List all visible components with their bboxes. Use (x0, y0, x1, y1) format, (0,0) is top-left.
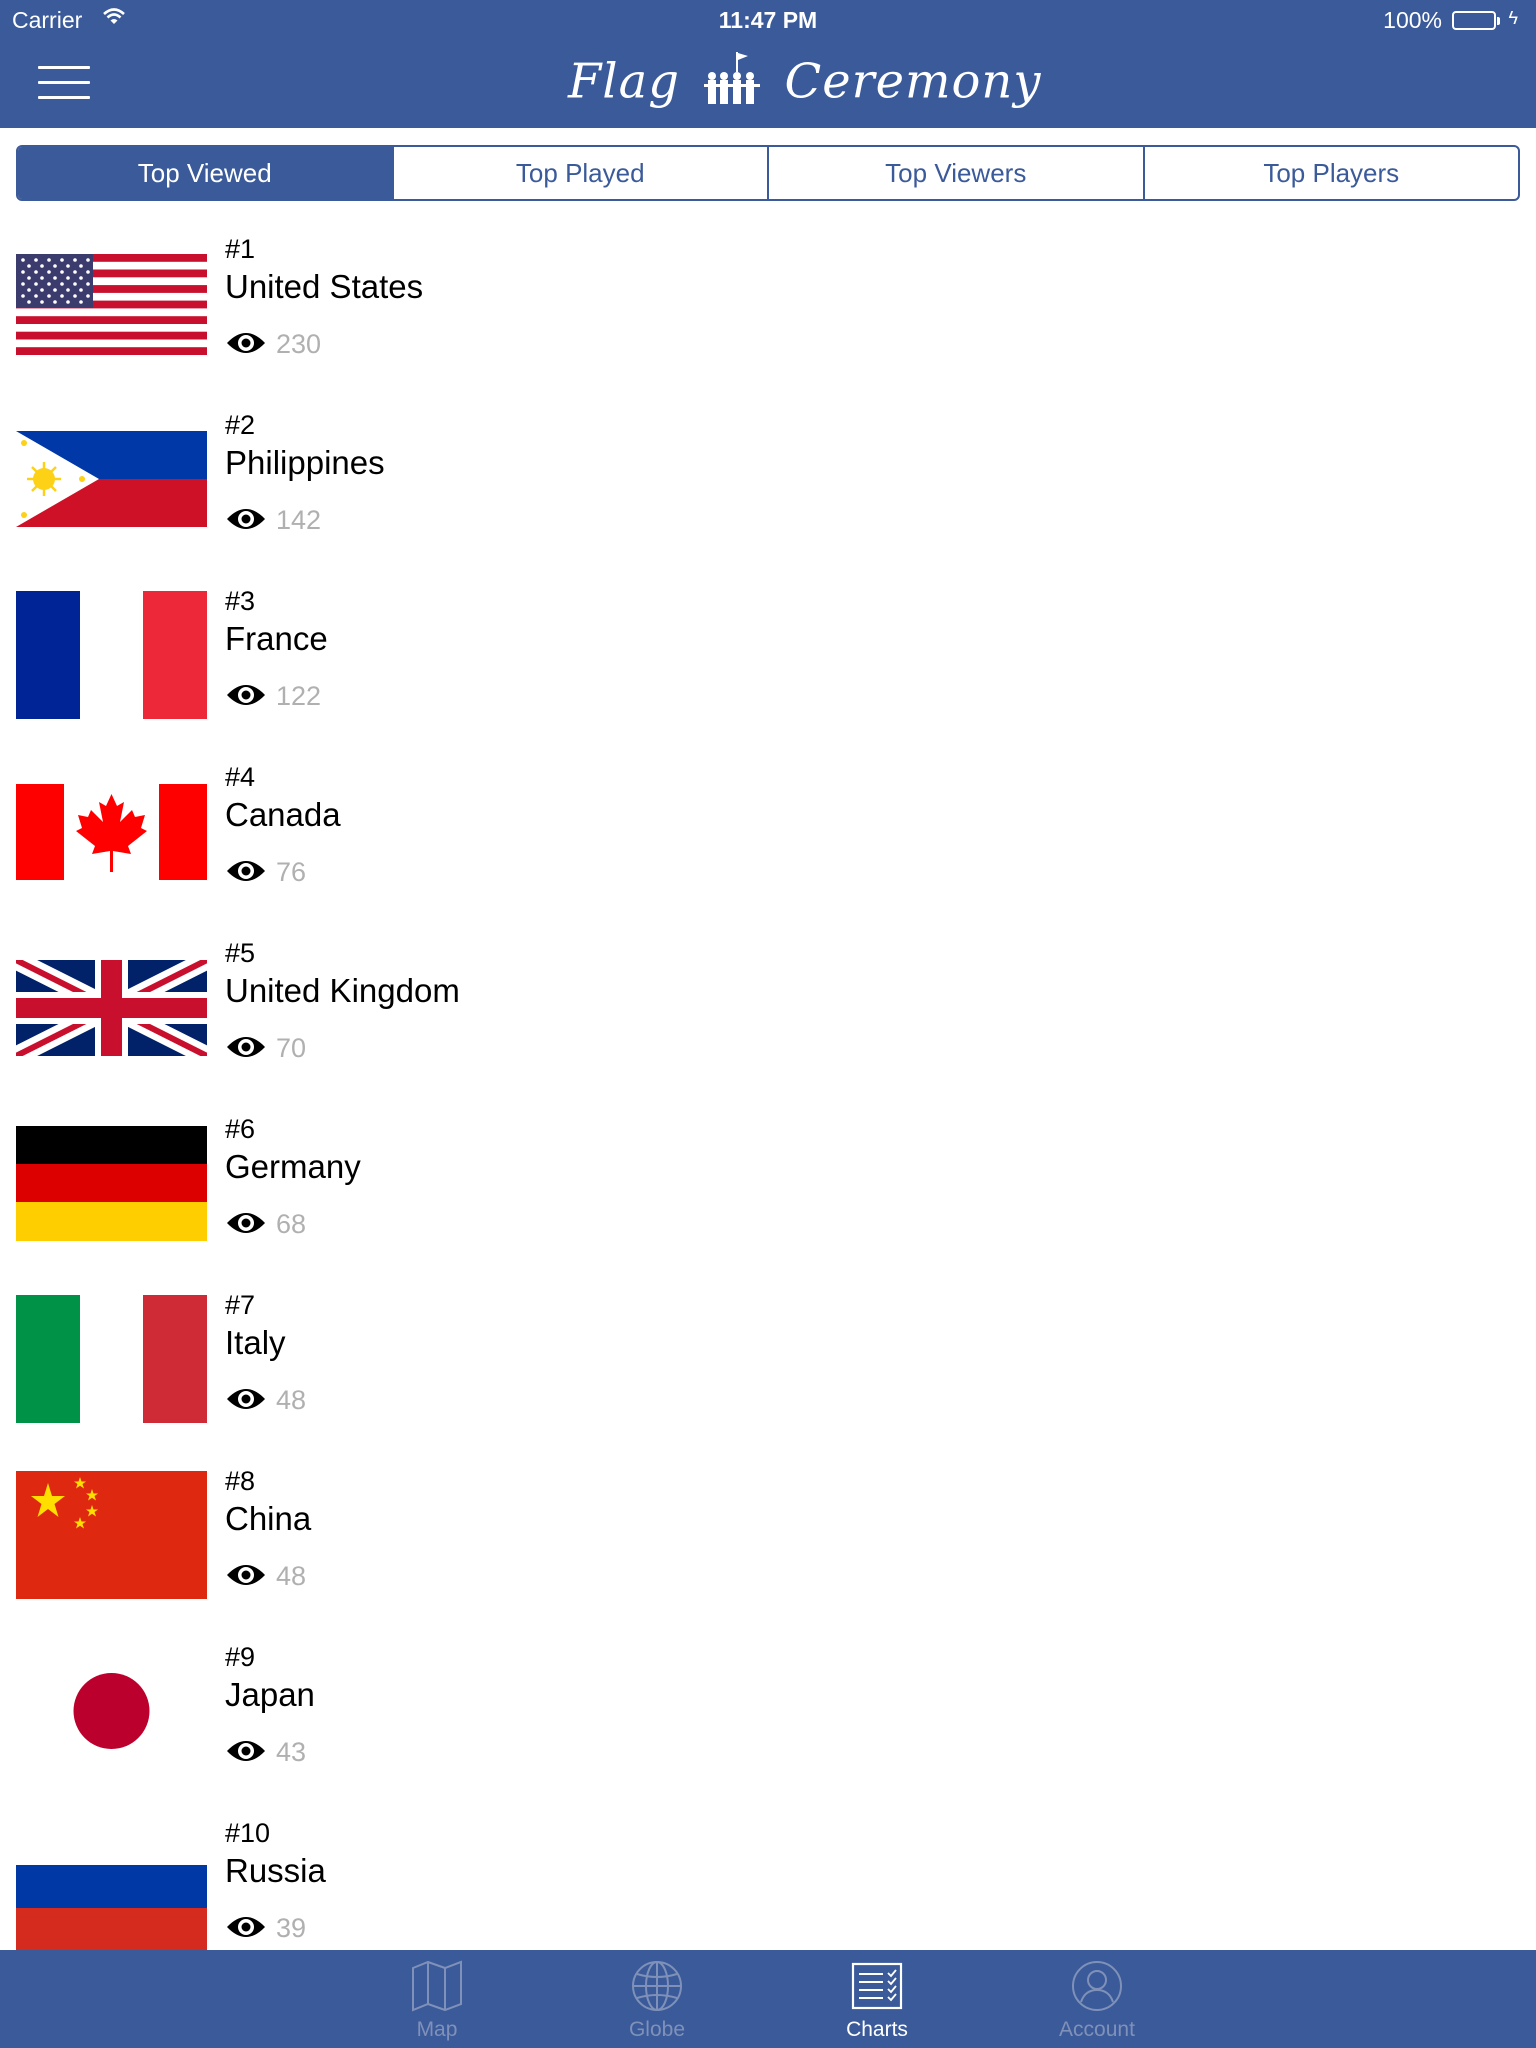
view-count-value: 68 (276, 1209, 307, 1239)
segment-top-played[interactable]: Top Played (394, 147, 769, 199)
list-item[interactable]: #3 France 122 (0, 572, 1536, 748)
list-item[interactable]: #5 United Kingdom 70 (0, 924, 1536, 1100)
country-name: Canada (225, 796, 341, 833)
account-icon (1071, 1960, 1123, 2012)
country-name: Italy (225, 1324, 286, 1361)
tab-bar: Map Globe Charts Account (0, 1950, 1536, 2048)
list-item[interactable]: #8 China 48 (0, 1452, 1536, 1628)
view-count-value: 76 (276, 857, 307, 887)
tab-charts[interactable]: Charts (817, 1950, 937, 2048)
hamburger-menu-button[interactable] (38, 62, 90, 102)
country-name: United States (225, 268, 424, 305)
navigation-bar: Carrier 11:47 PM 100% ϟ Flag Ceremony (0, 0, 1536, 128)
segment-top-viewers[interactable]: Top Viewers (769, 147, 1145, 199)
country-name: Germany (225, 1148, 361, 1185)
eye-icon (225, 1737, 267, 1770)
view-count-value: 70 (276, 1033, 307, 1063)
charts-icon (851, 1960, 903, 2012)
list-item[interactable]: #2 Philippines 142 (0, 396, 1536, 572)
list-item[interactable]: #1 United States 230 (0, 220, 1536, 396)
country-name: United Kingdom (225, 972, 460, 1009)
tab-globe[interactable]: Globe (597, 1950, 717, 2048)
map-icon (411, 1960, 463, 2012)
rank-label: #10 (225, 1818, 271, 1848)
canada-flag (16, 784, 207, 880)
eye-icon (225, 857, 267, 890)
rank-label: #6 (225, 1114, 256, 1144)
country-name: Japan (225, 1676, 315, 1713)
list-item[interactable]: #9 Japan 43 (0, 1628, 1536, 1804)
tab-charts-label: Charts (846, 2018, 908, 2041)
battery-percentage: 100% (1383, 7, 1442, 33)
list-item[interactable]: #4 Canada 76 (0, 748, 1536, 924)
russia-flag (16, 1823, 207, 1950)
view-count-value: 48 (276, 1561, 307, 1591)
rank-label: #4 (225, 762, 256, 792)
eye-icon (225, 329, 267, 362)
rank-label: #1 (225, 234, 256, 264)
tab-map[interactable]: Map (377, 1950, 497, 2048)
list-item[interactable]: #7 Italy 48 (0, 1276, 1536, 1452)
country-name: Russia (225, 1852, 326, 1889)
tab-account[interactable]: Account (1037, 1950, 1157, 2048)
segment-top-viewed[interactable]: Top Viewed (18, 147, 394, 199)
philippines-flag (16, 431, 207, 527)
rank-label: #3 (225, 586, 256, 616)
flag-bearers-icon (702, 50, 762, 120)
eye-icon (225, 1913, 267, 1946)
rank-label: #7 (225, 1290, 256, 1320)
status-bar: Carrier 11:47 PM 100% ϟ (0, 0, 1536, 40)
eye-icon (225, 1561, 267, 1594)
ranking-list: #1 United States 230 #2 Philippines 142 … (0, 220, 1536, 1950)
eye-icon (225, 1209, 267, 1242)
rank-label: #9 (225, 1642, 256, 1672)
view-count-value: 230 (276, 329, 322, 359)
italy-flag (16, 1295, 207, 1423)
eye-icon (225, 505, 267, 538)
tab-map-label: Map (416, 2018, 458, 2041)
view-count-value: 48 (276, 1385, 307, 1415)
country-name: China (225, 1500, 312, 1537)
view-count-value: 43 (276, 1737, 307, 1767)
charging-bolt-icon: ϟ (1508, 8, 1518, 28)
list-item[interactable]: #10 Russia 39 (0, 1804, 1536, 1950)
tab-account-label: Account (1059, 2018, 1135, 2041)
view-count-value: 142 (276, 505, 322, 535)
us-flag (16, 254, 207, 355)
list-item[interactable]: #6 Germany 68 (0, 1100, 1536, 1276)
eye-icon (225, 1033, 267, 1066)
logo-text-flag: Flag (568, 53, 680, 110)
eye-icon (225, 1385, 267, 1418)
china-flag (16, 1471, 207, 1599)
logo-text-ceremony: Ceremony (784, 53, 1042, 110)
view-count-value: 122 (276, 681, 322, 711)
app-logo: Flag Ceremony (568, 50, 1040, 120)
ranking-segmented-control: Top Viewed Top Played Top Viewers Top Pl… (16, 145, 1520, 201)
rank-label: #5 (225, 938, 256, 968)
france-flag (16, 591, 207, 719)
country-name: France (225, 620, 328, 657)
japan-flag (16, 1647, 207, 1775)
segment-top-players[interactable]: Top Players (1145, 147, 1519, 199)
rank-label: #8 (225, 1466, 256, 1496)
country-name: Philippines (225, 444, 385, 481)
tab-globe-label: Globe (628, 2018, 686, 2041)
status-time: 11:47 PM (718, 7, 818, 33)
rank-label: #2 (225, 410, 256, 440)
eye-icon (225, 681, 267, 714)
globe-icon (631, 1960, 683, 2012)
battery-icon (1452, 11, 1500, 30)
uk-flag (16, 960, 207, 1056)
germany-flag (16, 1126, 207, 1241)
view-count-value: 39 (276, 1913, 307, 1943)
